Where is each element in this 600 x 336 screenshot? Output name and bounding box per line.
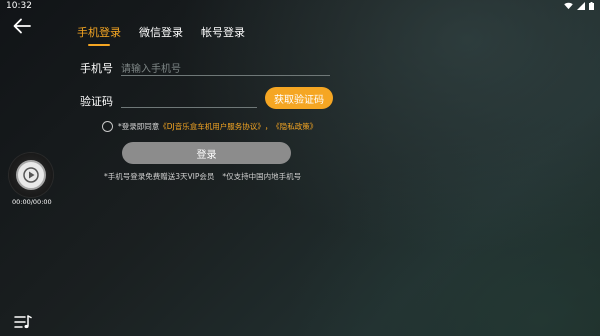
playlist-button[interactable] xyxy=(14,314,32,330)
login-button[interactable]: 登录 xyxy=(122,142,291,164)
music-disc-button[interactable] xyxy=(9,153,53,197)
phone-input[interactable] xyxy=(121,60,330,79)
player-time: 00:00/00:00 xyxy=(12,198,52,206)
status-bar: 10:32 xyxy=(0,0,600,12)
login-tabs: 手机登录 微信登录 帐号登录 xyxy=(77,24,245,46)
code-label: 验证码 xyxy=(80,95,113,108)
wifi-icon xyxy=(564,2,573,10)
tab-wechat-login[interactable]: 微信登录 xyxy=(139,24,183,46)
tab-account-login[interactable]: 帐号登录 xyxy=(201,24,245,46)
status-time: 10:32 xyxy=(6,1,32,11)
playlist-icon xyxy=(14,315,32,329)
agreement-separator: ， xyxy=(264,122,273,131)
status-icons xyxy=(564,2,594,10)
code-input[interactable] xyxy=(121,92,257,111)
battery-icon xyxy=(589,2,594,10)
signal-icon xyxy=(577,2,585,10)
privacy-policy-link[interactable]: 《隐私政策》 xyxy=(272,121,317,132)
play-icon xyxy=(23,167,39,183)
get-code-button[interactable]: 获取验证码 xyxy=(265,87,333,109)
phone-input-wrap xyxy=(121,57,330,79)
music-disc-icon xyxy=(16,160,46,190)
back-arrow-icon xyxy=(13,18,31,34)
agreement-row: *登录即同意 《DJ音乐盒车机用户服务协议》 ， 《隐私政策》 xyxy=(102,121,317,132)
tab-phone-login[interactable]: 手机登录 xyxy=(77,24,121,46)
vip-note: *手机号登录免费赠送3天VIP会员 xyxy=(104,172,215,181)
code-input-wrap xyxy=(121,89,257,111)
region-note: *仅支持中国内地手机号 xyxy=(222,172,302,181)
service-agreement-link[interactable]: 《DJ音乐盒车机用户服务协议》 xyxy=(159,121,265,132)
agreement-prefix: *登录即同意 xyxy=(118,122,160,131)
agreement-checkbox[interactable] xyxy=(102,121,113,132)
back-button[interactable] xyxy=(12,16,32,36)
login-notes: *手机号登录免费赠送3天VIP会员 *仅支持中国内地手机号 xyxy=(104,171,301,182)
phone-label: 手机号 xyxy=(80,62,113,75)
